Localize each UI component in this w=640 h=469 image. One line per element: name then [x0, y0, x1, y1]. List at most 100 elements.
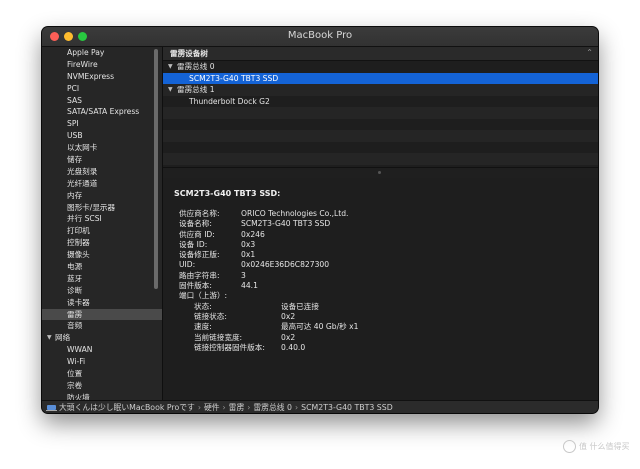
chevron-right-icon: ›: [247, 403, 251, 412]
sidebar-item-ethernet[interactable]: 以太网卡: [42, 142, 162, 154]
sidebar-item-controller[interactable]: 控制器: [42, 237, 162, 249]
detail-values: ORICO Technologies Co.,Ltd. SCM2T3-G40 T…: [241, 209, 348, 291]
tree-column-header[interactable]: 雷雳设备树 ⌃: [163, 47, 598, 61]
sidebar-item-spi[interactable]: SPI: [42, 118, 162, 130]
window-title: MacBook Pro: [287, 30, 353, 41]
field-label: 供应商名称:: [179, 209, 220, 218]
breadcrumb-bus0[interactable]: 雷雳总线 0: [253, 403, 292, 412]
sidebar-item-firewall[interactable]: 防火墙: [42, 392, 162, 400]
breadcrumb-device[interactable]: SCM2T3-G40 TBT3 SSD: [301, 403, 393, 412]
sidebar-item-storage[interactable]: 储存: [42, 154, 162, 166]
tree-row-dock[interactable]: Thunderbolt Dock G2: [163, 96, 598, 108]
tree-label: 雷雳总线 1: [177, 85, 215, 94]
watermark-text: 值 什么值得买: [579, 442, 630, 451]
field-value: 0x2: [281, 332, 296, 342]
tree-row-empty: [163, 107, 598, 119]
tree-label: 雷雳总线 0: [177, 62, 215, 71]
field-label: 供应商 ID:: [179, 229, 215, 239]
sort-chevron-icon[interactable]: ⌃: [586, 46, 593, 59]
tree-row-empty: [163, 119, 598, 131]
sidebar-item-nvmexpress[interactable]: NVMExpress: [42, 71, 162, 83]
sidebar-group-network[interactable]: ▼ 网络: [42, 332, 162, 344]
sidebar-item-wwan[interactable]: WWAN: [42, 344, 162, 356]
system-information-window: MacBook Pro Apple Pay FireWire NVMExpres…: [42, 27, 598, 413]
sidebar-item-audio[interactable]: 音频: [42, 320, 162, 332]
sidebar-item-firewire[interactable]: FireWire: [42, 59, 162, 71]
sidebar-item-diagnostics[interactable]: 诊断: [42, 285, 162, 297]
field-value: 0x1: [241, 250, 256, 260]
sidebar: Apple Pay FireWire NVMExpress PCI SAS SA…: [42, 47, 163, 400]
sidebar-item-fibre-channel[interactable]: 光纤通道: [42, 178, 162, 190]
sidebar-item-camera[interactable]: 摄像头: [42, 249, 162, 261]
chevron-right-icon: ›: [222, 403, 226, 412]
chevron-right-icon: ›: [295, 403, 299, 412]
sidebar-item-pci[interactable]: PCI: [42, 83, 162, 95]
field-value: 44.1: [241, 281, 258, 291]
field-value: 设备已连接: [281, 301, 319, 311]
title-bar[interactable]: MacBook Pro: [42, 27, 598, 47]
field-value: 0x2: [281, 311, 296, 321]
sidebar-item-card-reader[interactable]: 读卡器: [42, 297, 162, 309]
sidebar-scrollbar[interactable]: [154, 49, 158, 289]
sidebar-item-power[interactable]: 电源: [42, 261, 162, 273]
field-label: 设备 ID:: [179, 239, 208, 249]
field-value: 最高可达 40 Gb/秒 x1: [281, 322, 359, 332]
sidebar-item-thunderbolt[interactable]: 雷雳: [42, 308, 162, 321]
field-label: 设备名称:: [179, 219, 212, 229]
field-value: 3: [241, 270, 246, 280]
watermark-logo-icon: [563, 440, 576, 453]
breadcrumb-hardware[interactable]: 硬件: [204, 403, 220, 412]
field-value: ORICO Technologies Co.,Ltd.: [241, 209, 349, 218]
sidebar-item-wifi[interactable]: Wi-Fi: [42, 356, 162, 368]
sidebar-item-locations[interactable]: 位置: [42, 368, 162, 380]
field-label: 链接状态:: [194, 311, 227, 321]
sidebar-item-disc-burning[interactable]: 光盘刻录: [42, 166, 162, 178]
tree-label: Thunderbolt Dock G2: [189, 96, 270, 106]
disclosure-triangle-icon[interactable]: ▼: [168, 84, 173, 96]
field-label: 设备修正版:: [179, 250, 220, 260]
tree-row-bus1[interactable]: ▼ 雷雳总线 1: [163, 84, 598, 96]
tree-row-empty: [163, 153, 598, 165]
disclosure-triangle-icon[interactable]: ▼: [168, 61, 173, 73]
splitter-handle-icon[interactable]: [378, 171, 381, 174]
field-label: 速度:: [194, 322, 212, 332]
tree-row-bus0[interactable]: ▼ 雷雳总线 0: [163, 61, 598, 73]
port-labels: 状态: 链接状态: 速度: 当前链接宽度: 链接控制器固件版本:: [194, 302, 265, 353]
sidebar-item-sas[interactable]: SAS: [42, 95, 162, 107]
chevron-right-icon: ›: [197, 403, 201, 412]
detail-title: SCM2T3-G40 TBT3 SSD:: [174, 189, 281, 198]
detail-labels: 供应商名称: 设备名称: 供应商 ID: 设备 ID: 设备修正版: UID: …: [179, 209, 227, 302]
field-value: 0x0246E36D6C827300: [241, 260, 330, 270]
port-values: 设备已连接 0x2 最高可达 40 Gb/秒 x1 0x2 0.40.0: [281, 302, 358, 353]
sidebar-item-graphics[interactable]: 图形卡/显示器: [42, 202, 162, 214]
field-label: 当前链接宽度:: [194, 332, 243, 342]
port-label: 端口（上游）:: [179, 291, 228, 301]
tree-header-label: 雷雳设备树: [170, 49, 208, 58]
tree-row-ssd[interactable]: SCM2T3-G40 TBT3 SSD: [163, 72, 598, 84]
field-label: 状态:: [194, 301, 212, 311]
sidebar-item-usb[interactable]: USB: [42, 130, 162, 142]
field-label: 路由字符串:: [179, 270, 220, 280]
watermark: 值 什么值得买: [563, 440, 630, 453]
tree-label: SCM2T3-G40 TBT3 SSD: [189, 73, 279, 83]
field-value: 0x3: [241, 239, 256, 249]
sidebar-item-bluetooth[interactable]: 蓝牙: [42, 273, 162, 285]
field-value: 0x246: [241, 229, 265, 239]
sidebar-item-sata[interactable]: SATA/SATA Express: [42, 106, 162, 118]
sidebar-group-label: 网络: [55, 333, 71, 343]
sidebar-item-printers[interactable]: 打印机: [42, 225, 162, 237]
disclosure-triangle-icon[interactable]: ▼: [47, 332, 52, 344]
field-label: 链接控制器固件版本:: [194, 342, 265, 352]
sidebar-item-apple-pay[interactable]: Apple Pay: [42, 47, 162, 59]
sidebar-item-memory[interactable]: 内存: [42, 190, 162, 202]
breadcrumb-thunderbolt[interactable]: 雷雳: [229, 403, 245, 412]
path-bar: 大頭くんは少し眠いMacBook Proです › 硬件 › 雷雳 › 雷雳总线 0 › SCM2…: [42, 400, 598, 413]
sidebar-item-parallel-scsi[interactable]: 并行 SCSI: [42, 213, 162, 225]
sidebar-item-volumes[interactable]: 宗卷: [42, 380, 162, 392]
field-label: UID:: [179, 260, 196, 270]
field-value: 0.40.0: [281, 342, 306, 352]
tree-row-empty: [163, 130, 598, 142]
field-value: SCM2T3-G40 TBT3 SSD: [241, 219, 331, 229]
breadcrumb-computer[interactable]: 大頭くんは少し眠いMacBook Proです: [59, 403, 195, 412]
tree-row-empty: [163, 142, 598, 154]
